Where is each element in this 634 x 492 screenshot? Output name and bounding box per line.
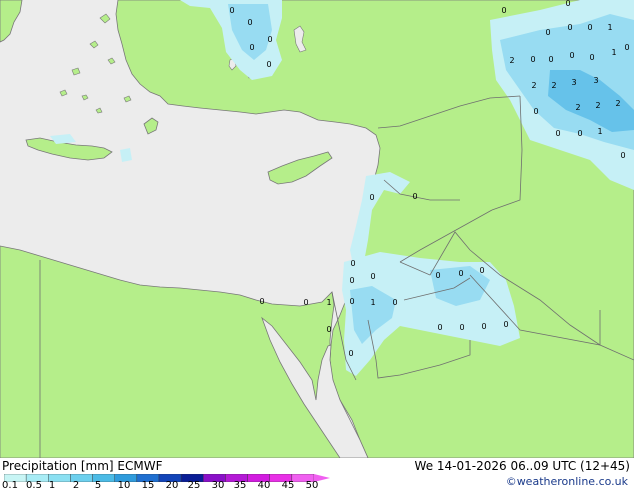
precip-marker: 0 [459, 323, 464, 332]
precip-marker: 0 [267, 35, 272, 44]
credit-link[interactable]: ©weatheronline.co.uk [506, 475, 628, 488]
precip-marker: 0 [349, 297, 354, 306]
forecast-timestamp: We 14-01-2026 06..09 UTC (12+45) [414, 459, 630, 473]
precip-marker: 2 [509, 56, 514, 65]
scale-tick-label: 10 [117, 480, 131, 491]
precip-marker: 0 [501, 6, 506, 15]
precip-marker: 0 [392, 298, 397, 307]
precip-marker: 0 [303, 298, 308, 307]
precip-marker: 1 [597, 127, 602, 136]
precip-marker: 0 [620, 151, 625, 160]
precip-marker: 0 [458, 269, 463, 278]
precip-marker: 0 [259, 297, 264, 306]
precip-marker: 2 [531, 81, 536, 90]
scale-tick-label: 5 [94, 480, 102, 491]
scale-tick-label: 15 [141, 480, 155, 491]
precip-marker: 0 [530, 55, 535, 64]
precip-marker: 0 [548, 55, 553, 64]
scale-tick-label: 0.5 [26, 480, 42, 491]
precip-marker: 0 [567, 23, 572, 32]
precip-marker: 0 [624, 43, 629, 52]
precip-marker: 0 [349, 276, 354, 285]
scale-tick-label: 35 [233, 480, 247, 491]
precip-marker: 0 [370, 272, 375, 281]
precip-marker: 0 [587, 23, 592, 32]
scale-tick-label: 40 [257, 480, 271, 491]
precip-marker: 0 [369, 193, 374, 202]
precip-marker: 0 [229, 6, 234, 15]
legend-footer: Precipitation [mm] ECMWF We 14-01-2026 0… [0, 458, 634, 492]
scale-tick-label: 2 [72, 480, 80, 491]
precip-marker: 2 [551, 81, 556, 90]
scale-tick-label: 20 [165, 480, 179, 491]
legend-model: ECMWF [117, 459, 163, 473]
precip-marker: 0 [437, 323, 442, 332]
scale-tick-label: 50 [305, 480, 319, 491]
precip-marker: 3 [593, 76, 598, 85]
precip-marker: 1 [370, 298, 375, 307]
precip-marker: 1 [326, 298, 331, 307]
precip-marker: 0 [479, 266, 484, 275]
scale-tick-label: 45 [281, 480, 295, 491]
precip-marker: 0 [565, 0, 570, 8]
precip-marker: 0 [247, 18, 252, 27]
scale-tick-label: 30 [211, 480, 225, 491]
legend-variable: Precipitation [mm] [2, 459, 114, 473]
scale-tick-label: 1 [48, 480, 56, 491]
precip-marker: 0 [503, 320, 508, 329]
precip-marker: 0 [249, 43, 254, 52]
precip-marker: 0 [533, 107, 538, 116]
precip-marker: 0 [589, 53, 594, 62]
precip-marker: 0 [326, 325, 331, 334]
scale-tick-label: 25 [187, 480, 201, 491]
precip-marker: 0 [266, 60, 271, 69]
color-scale-ticks: 0.1 0.5 1 2 5 10 15 20 25 30 35 40 45 50 [0, 480, 340, 492]
precip-marker: 2 [575, 103, 580, 112]
legend-title: Precipitation [mm] ECMWF [2, 459, 162, 473]
precip-marker: 1 [607, 23, 612, 32]
precip-marker: 0 [569, 51, 574, 60]
precip-marker: 0 [350, 259, 355, 268]
precip-marker: 0 [435, 271, 440, 280]
precip-marker: 0 [555, 129, 560, 138]
precip-marker: 0 [577, 129, 582, 138]
precip-marker: 3 [571, 78, 576, 87]
scale-tick-label: 0.1 [2, 480, 18, 491]
precip-marker: 1 [611, 48, 616, 57]
precipitation-map: 000000000 0 102 0 0 0 012 2 3 320 2 20 0 100 00000 0 00 0… [0, 0, 634, 458]
precip-marker: 0 [481, 322, 486, 331]
precip-marker: 0 [545, 28, 550, 37]
precip-marker: 2 [595, 101, 600, 110]
precip-marker: 0 [348, 349, 353, 358]
precip-marker: 0 [412, 192, 417, 201]
precip-marker: 2 [615, 99, 620, 108]
